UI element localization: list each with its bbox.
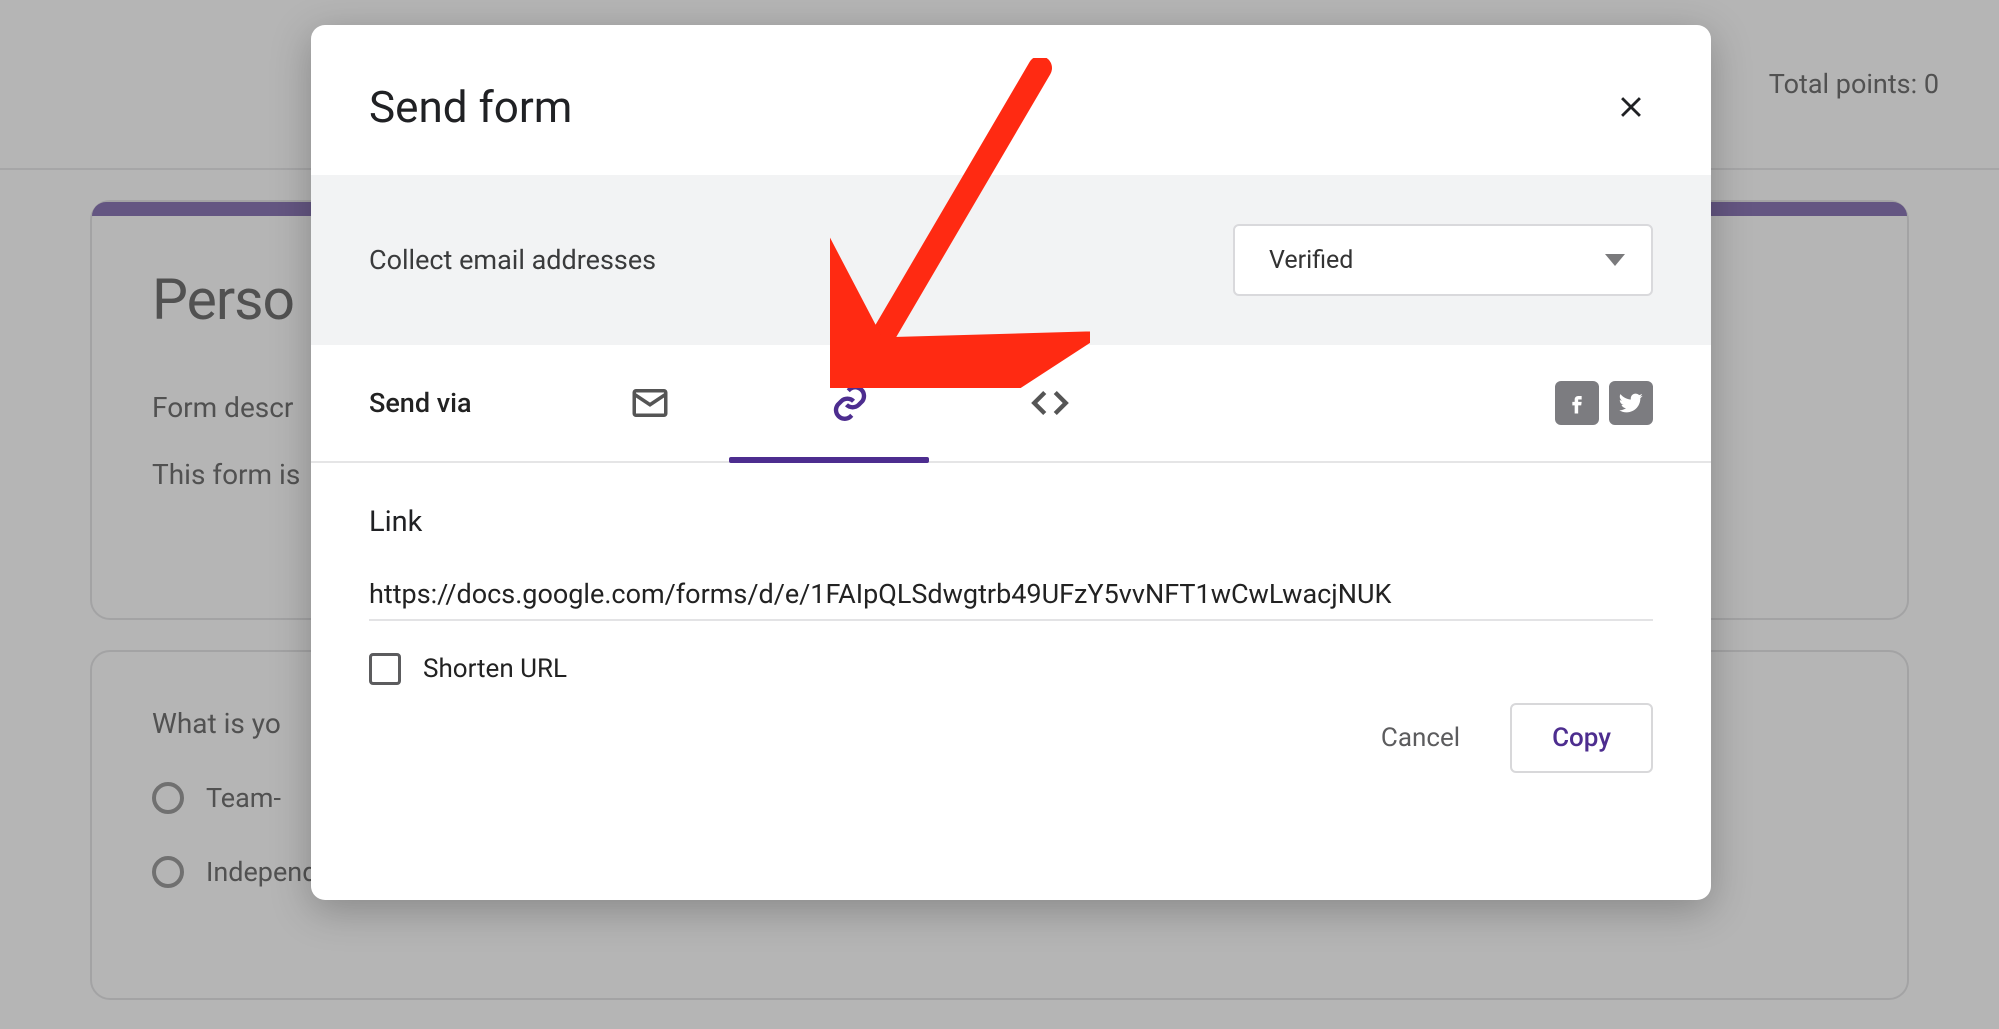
share-twitter-button[interactable]: [1609, 381, 1653, 425]
collect-emails-select[interactable]: Verified: [1233, 224, 1653, 296]
copy-button[interactable]: Copy: [1510, 703, 1653, 773]
shorten-url-label: Shorten URL: [423, 654, 567, 684]
tab-email[interactable]: [550, 344, 750, 462]
close-button[interactable]: [1609, 85, 1653, 129]
chevron-down-icon: [1605, 254, 1625, 266]
select-value: Verified: [1269, 246, 1353, 275]
active-tab-underline: [729, 457, 929, 463]
mail-icon: [629, 382, 671, 424]
send-via-tabs: Send via: [311, 345, 1711, 463]
link-url-field[interactable]: https://docs.google.com/forms/d/e/1FAIpQ…: [369, 569, 1653, 621]
send-form-dialog: Send form Collect email addresses Verifi…: [311, 25, 1711, 900]
send-via-label: Send via: [369, 387, 472, 419]
close-icon: [1614, 90, 1648, 124]
collect-emails-label: Collect email addresses: [369, 244, 656, 276]
twitter-icon: [1617, 389, 1645, 417]
link-icon: [829, 382, 871, 424]
embed-icon: [1029, 382, 1071, 424]
collect-emails-row: Collect email addresses Verified: [311, 175, 1711, 345]
tab-link[interactable]: [750, 344, 950, 462]
dialog-title: Send form: [369, 81, 572, 133]
cancel-button[interactable]: Cancel: [1361, 705, 1480, 771]
link-heading: Link: [369, 505, 1653, 539]
share-facebook-button[interactable]: [1555, 381, 1599, 425]
shorten-url-checkbox[interactable]: [369, 653, 401, 685]
tab-embed[interactable]: [950, 344, 1150, 462]
facebook-icon: [1563, 389, 1591, 417]
